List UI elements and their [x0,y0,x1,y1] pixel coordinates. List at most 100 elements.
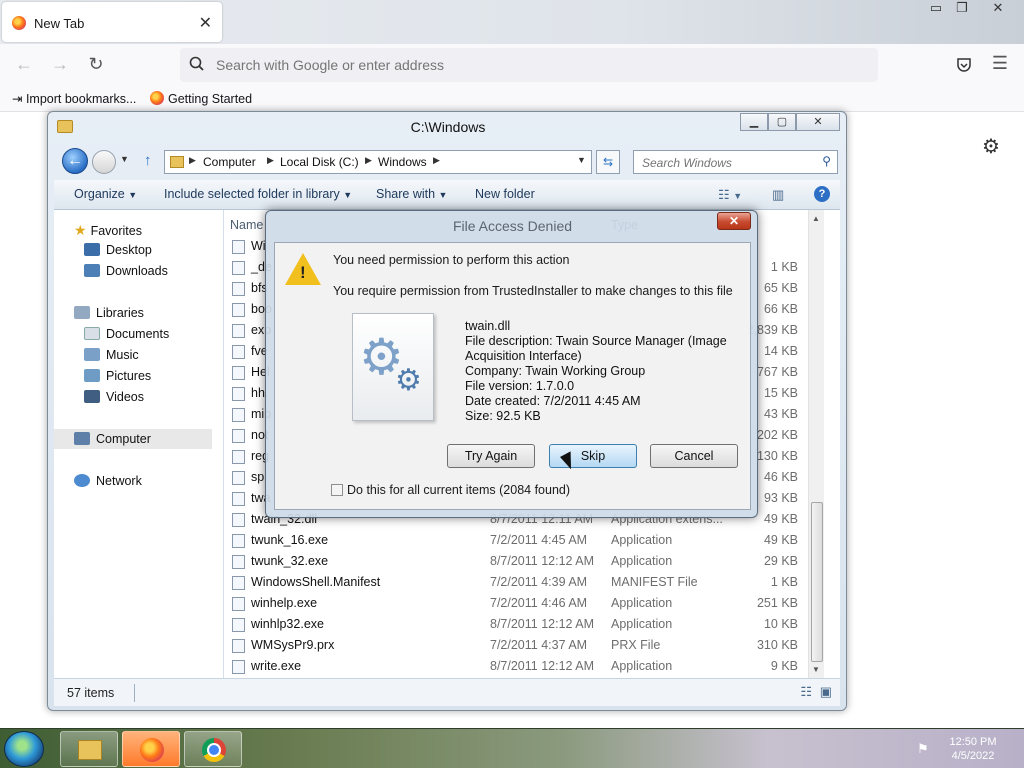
breadcrumb-windows[interactable]: Windows [378,155,427,169]
file-date-cell: 7/2/2011 4:39 AM [490,575,588,589]
nav-music[interactable]: Music [84,348,139,362]
dialog-message: You need permission to perform this acti… [333,253,570,267]
taskbar-chrome[interactable] [184,731,242,767]
scroll-down-icon[interactable]: ▼ [812,665,820,674]
start-button[interactable] [4,731,44,767]
restore-icon[interactable]: ❐ [952,0,972,20]
table-row[interactable]: WindowsShell.Manifest 7/2/2011 4:39 AM MAN… [224,572,824,593]
back-arrow-icon[interactable]: ← [12,54,36,76]
apply-to-all-option[interactable]: Do this for all current items (2084 foun… [331,483,570,497]
chevron-down-icon[interactable]: ▼ [577,155,586,165]
url-input[interactable] [214,54,814,76]
url-bar[interactable] [180,48,878,82]
search-input[interactable] [640,154,810,172]
tab-new-tab[interactable]: New Tab ✕ [2,2,222,42]
try-again-button[interactable]: Try Again [447,444,535,468]
up-arrow-icon[interactable]: ↑ [144,152,152,169]
nav-documents-label: Documents [106,327,170,341]
close-window-icon[interactable]: ✕ [988,0,1008,20]
details-view-icon[interactable]: ☷ [800,684,812,700]
share-with-menu[interactable]: Share with ▼ [376,187,447,201]
table-row[interactable]: write.exe 8/7/2011 12:12 AM Application 9 K… [224,656,824,677]
preview-pane-icon[interactable]: ▥ [772,187,784,203]
nav-network[interactable]: Network [74,474,142,488]
file-icon [232,618,245,632]
include-in-library-menu[interactable]: Include selected folder in library ▼ [164,187,352,201]
breadcrumb-computer[interactable]: Computer [203,155,256,169]
scrollbar-thumb[interactable] [811,502,823,662]
minimize-button[interactable]: ▁ [740,113,768,131]
maximize-button[interactable]: ▢ [768,113,796,131]
chevron-right-icon[interactable]: ▶ [267,155,274,166]
forward-button[interactable] [92,150,116,174]
search-box[interactable]: ⚲ [633,150,838,174]
refresh-button[interactable]: ⇆ [596,150,620,174]
gear-icon[interactable]: ⚙ [982,134,1000,159]
search-icon [189,56,204,71]
nav-computer[interactable]: Computer [54,429,212,449]
chevron-down-icon: ▼ [128,190,138,200]
file-date-cell: 7/2/2011 4:37 AM [490,638,588,652]
file-type-cell: Application [611,617,673,631]
command-bar: Organize ▼ Include selected folder in li… [54,180,840,210]
pictures-icon [84,369,100,382]
nav-documents[interactable]: Documents [84,327,169,341]
vertical-scrollbar[interactable]: ▲ ▼ [808,210,824,678]
table-row[interactable]: WMSysPr9.prx 7/2/2011 4:37 AM PRX File 310 … [224,635,824,656]
file-size-cell: 251 KB [756,596,798,610]
file-date-cell: 8/7/2011 12:12 AM [490,659,595,673]
back-button[interactable]: ← [62,148,88,174]
file-size-cell: 66 KB [763,302,798,316]
close-tab-icon[interactable]: ✕ [199,13,212,33]
include-label: Include selected folder in library [164,187,340,201]
hamburger-menu-icon[interactable]: ☰ [988,53,1012,75]
new-folder-button[interactable]: New folder [475,187,535,201]
bookmark-import[interactable]: ⇥ Import bookmarks... [12,91,136,106]
chevron-right-icon[interactable]: ▶ [189,155,196,166]
cancel-button[interactable]: Cancel [650,444,738,468]
breadcrumb-local-disk[interactable]: Local Disk (C:) [280,155,359,169]
file-icon [232,450,245,464]
system-clock[interactable]: 12:50 PM 4/5/2022 [945,735,1001,763]
large-icons-view-icon[interactable]: ▣ [820,684,832,700]
table-row[interactable]: twunk_16.exe 7/2/2011 4:45 AM Application 4… [224,530,824,551]
reload-icon[interactable]: ↻ [84,54,108,76]
view-options-icon[interactable]: ☷ ▼ [718,187,742,203]
address-bar[interactable]: ▶ Computer ▶ Local Disk (C:) ▶ Windows ▶… [164,150,592,174]
forward-arrow-icon[interactable]: → [48,54,72,76]
taskbar-firefox[interactable] [122,731,180,767]
close-button[interactable]: ✕ [796,113,840,131]
nav-network-label: Network [96,474,142,488]
organize-menu[interactable]: Organize ▼ [74,187,137,201]
file-icon [232,639,245,653]
nav-videos[interactable]: Videos [84,390,144,404]
chevron-right-icon[interactable]: ▶ [433,155,440,166]
file-version: File version: 1.7.0.0 [465,379,575,393]
dialog-close-button[interactable]: ✕ [717,212,751,230]
nav-pictures[interactable]: Pictures [84,369,151,383]
help-icon[interactable]: ? [814,186,830,202]
nav-favorites[interactable]: ★ Favorites [74,222,142,239]
table-row[interactable]: winhlp32.exe 8/7/2011 12:12 AM Application… [224,614,824,635]
column-header-name[interactable]: Name [230,218,263,232]
history-dropdown-icon[interactable]: ▼ [120,154,129,164]
nav-downloads[interactable]: Downloads [84,264,168,278]
file-size-cell: 43 KB [763,407,798,421]
action-center-flag-icon[interactable]: ⚑ [917,741,929,757]
chevron-right-icon[interactable]: ▶ [365,155,372,166]
file-icon [232,240,245,254]
file-icon [232,660,245,674]
file-icon [232,408,245,422]
apply-to-all-checkbox[interactable] [331,484,343,496]
pocket-icon[interactable] [955,56,973,74]
bookmark-getting-started[interactable]: Getting Started [150,91,252,106]
nav-libraries[interactable]: Libraries [74,306,144,320]
minimize-icon[interactable]: ▭ [926,0,946,20]
nav-desktop[interactable]: Desktop [84,243,152,257]
status-divider [134,684,135,702]
taskbar-explorer[interactable] [60,731,118,767]
table-row[interactable]: twunk_32.exe 8/7/2011 12:12 AM Application… [224,551,824,572]
scroll-up-icon[interactable]: ▲ [812,214,820,223]
table-row[interactable]: winhelp.exe 7/2/2011 4:46 AM Application 25… [224,593,824,614]
file-name-cell: WMSysPr9.prx [251,638,335,652]
